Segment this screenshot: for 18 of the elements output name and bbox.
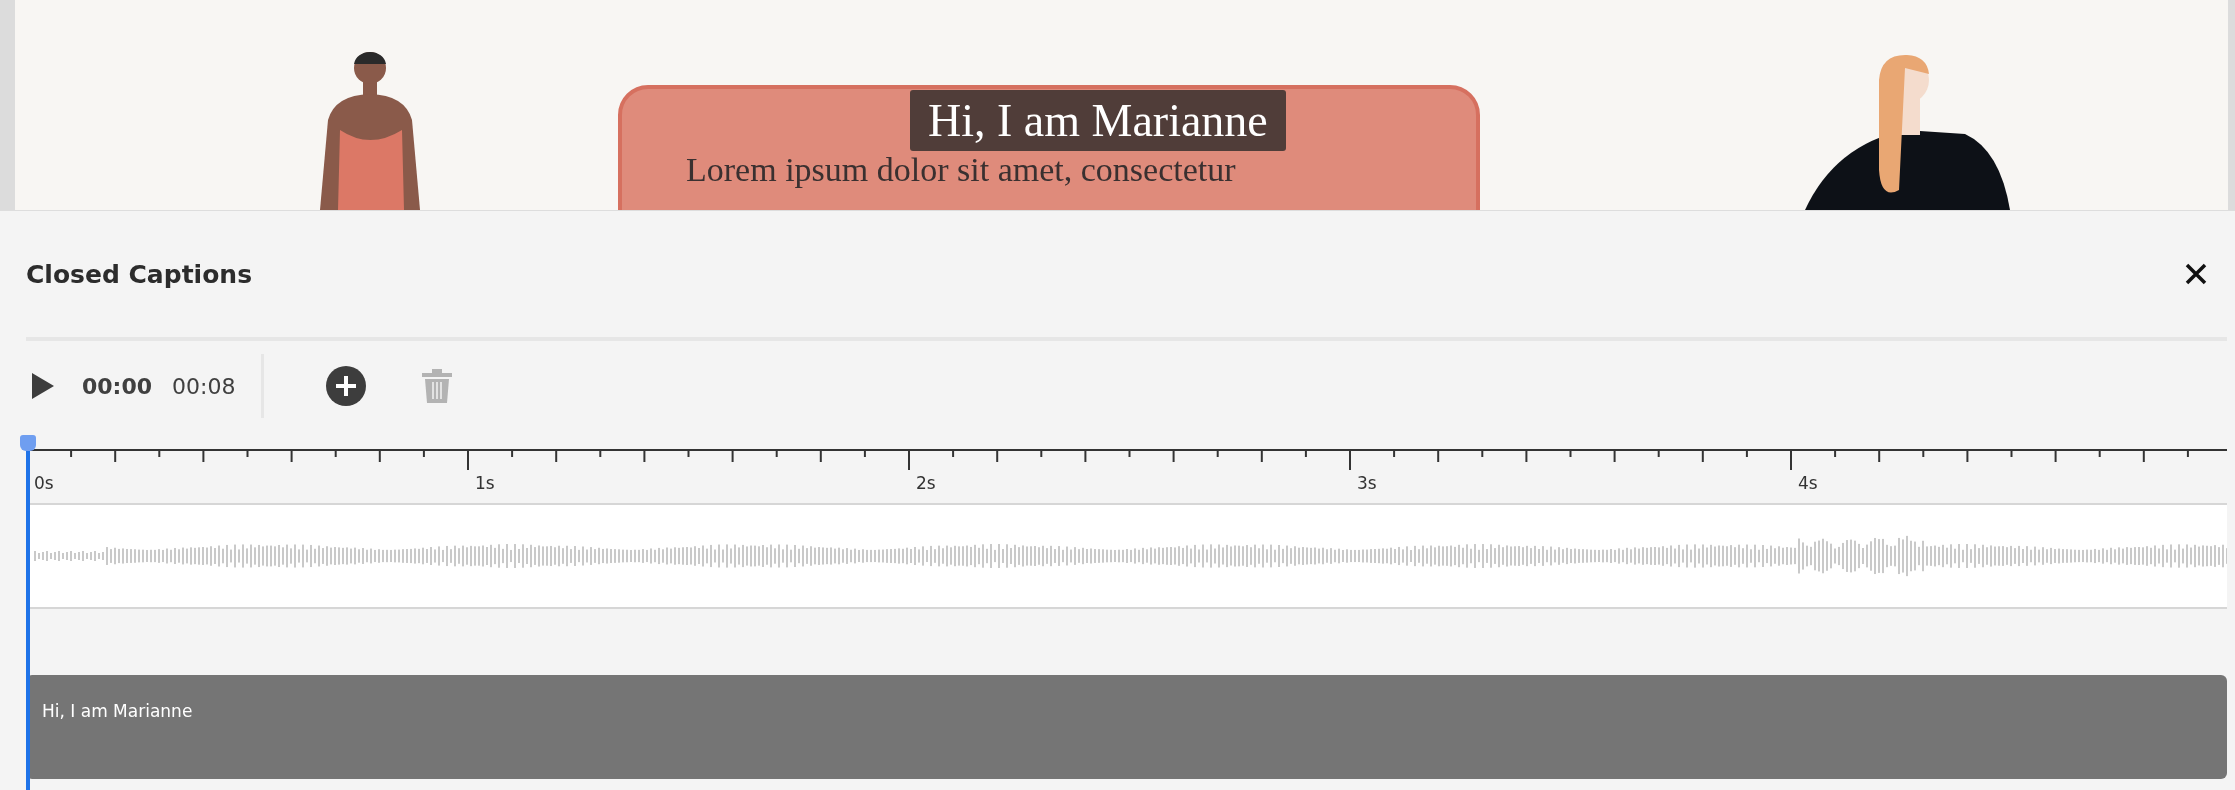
time-label: 2s (916, 473, 936, 493)
playhead-handle[interactable] (20, 435, 36, 451)
duration-time: 00:08 (172, 373, 236, 399)
play-button[interactable] (32, 373, 54, 399)
close-icon (2185, 263, 2207, 285)
slide-text: Lorem ipsum dolor sit amet, consectetur (686, 151, 1237, 189)
trash-icon (422, 369, 453, 403)
play-icon (32, 373, 54, 399)
current-time: 00:00 (82, 373, 153, 399)
time-label: 1s (475, 473, 495, 493)
add-caption-button[interactable] (326, 366, 367, 406)
time-label: 3s (1357, 473, 1377, 493)
time-label: 4s (1798, 473, 1818, 493)
caption-overlay: Hi, I am Marianne (910, 90, 1286, 151)
caption-text: Hi, I am Marianne (42, 701, 193, 721)
panel-title: Closed Captions (26, 259, 252, 289)
time-label: 0s (34, 473, 54, 493)
add-icon (326, 366, 367, 406)
